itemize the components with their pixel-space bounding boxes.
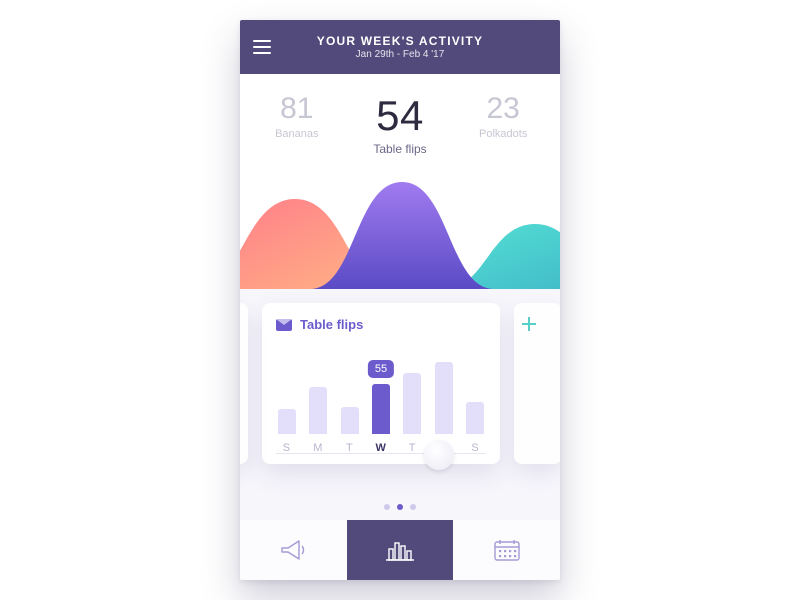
menu-button[interactable] <box>240 25 284 69</box>
bar-col[interactable]: M <box>307 387 328 454</box>
bar-chart-icon <box>385 539 415 561</box>
card-next-peek[interactable] <box>514 303 560 464</box>
megaphone-icon <box>279 539 307 561</box>
pager-dot[interactable] <box>397 504 403 510</box>
card-title: Table flips <box>300 317 363 332</box>
day-label: W <box>376 442 387 454</box>
bar-col[interactable]: T <box>339 407 360 454</box>
bar <box>309 387 327 434</box>
nav-calendar[interactable] <box>453 520 560 580</box>
cards-carousel[interactable]: Table flips SMTWTFS55 <box>240 289 560 520</box>
bar-col[interactable]: S <box>465 402 486 454</box>
stat-tableflips-label: Table flips <box>349 142 451 156</box>
date-range: Jan 29th - Feb 4 '17 <box>240 49 560 60</box>
nav-charts[interactable] <box>347 520 454 580</box>
pager-dot[interactable] <box>384 504 390 510</box>
pager-dot[interactable] <box>410 504 416 510</box>
app-screen: YOUR WEEK'S ACTIVITY Jan 29th - Feb 4 '1… <box>240 20 560 580</box>
stat-tableflips-value: 54 <box>349 92 451 140</box>
stat-polkadots-value: 23 <box>452 92 554 126</box>
stat-tableflips[interactable]: 54 Table flips <box>349 92 451 156</box>
day-label: S <box>283 442 291 454</box>
bar <box>403 373 421 434</box>
card-prev-peek[interactable] <box>240 303 248 464</box>
pager-dots <box>240 504 560 510</box>
mail-icon <box>276 319 292 331</box>
stat-bananas-label: Bananas <box>246 128 348 140</box>
stat-bananas[interactable]: 81 Bananas <box>246 92 348 140</box>
card-tableflips[interactable]: Table flips SMTWTFS55 <box>262 303 500 464</box>
bar-chart: SMTWTFS55 <box>276 342 486 454</box>
bar <box>372 384 390 434</box>
page-title: YOUR WEEK'S ACTIVITY <box>240 34 560 48</box>
stat-bananas-value: 81 <box>246 92 348 126</box>
day-label: S <box>471 442 479 454</box>
bar-col[interactable]: W <box>370 384 391 454</box>
area-chart <box>240 174 560 289</box>
bar <box>278 409 296 434</box>
nav-announce[interactable] <box>240 520 347 580</box>
day-label: T <box>346 442 353 454</box>
stat-polkadots[interactable]: 23 Polkadots <box>452 92 554 140</box>
bar-col[interactable]: S <box>276 409 297 454</box>
calendar-icon <box>494 539 520 561</box>
stat-polkadots-label: Polkadots <box>452 128 554 140</box>
bar-col[interactable]: T <box>402 373 423 454</box>
hamburger-icon <box>253 46 271 48</box>
touch-indicator <box>424 440 454 470</box>
day-label: T <box>409 442 416 454</box>
bar <box>341 407 359 434</box>
day-label: M <box>313 442 323 454</box>
bottom-nav <box>240 520 560 580</box>
bar <box>435 362 453 434</box>
bar <box>466 402 484 434</box>
app-header: YOUR WEEK'S ACTIVITY Jan 29th - Feb 4 '1… <box>240 20 560 74</box>
summary-panel: 81 Bananas 54 Table flips 23 Polkadots <box>240 74 560 289</box>
bar-tooltip: 55 <box>368 360 394 378</box>
